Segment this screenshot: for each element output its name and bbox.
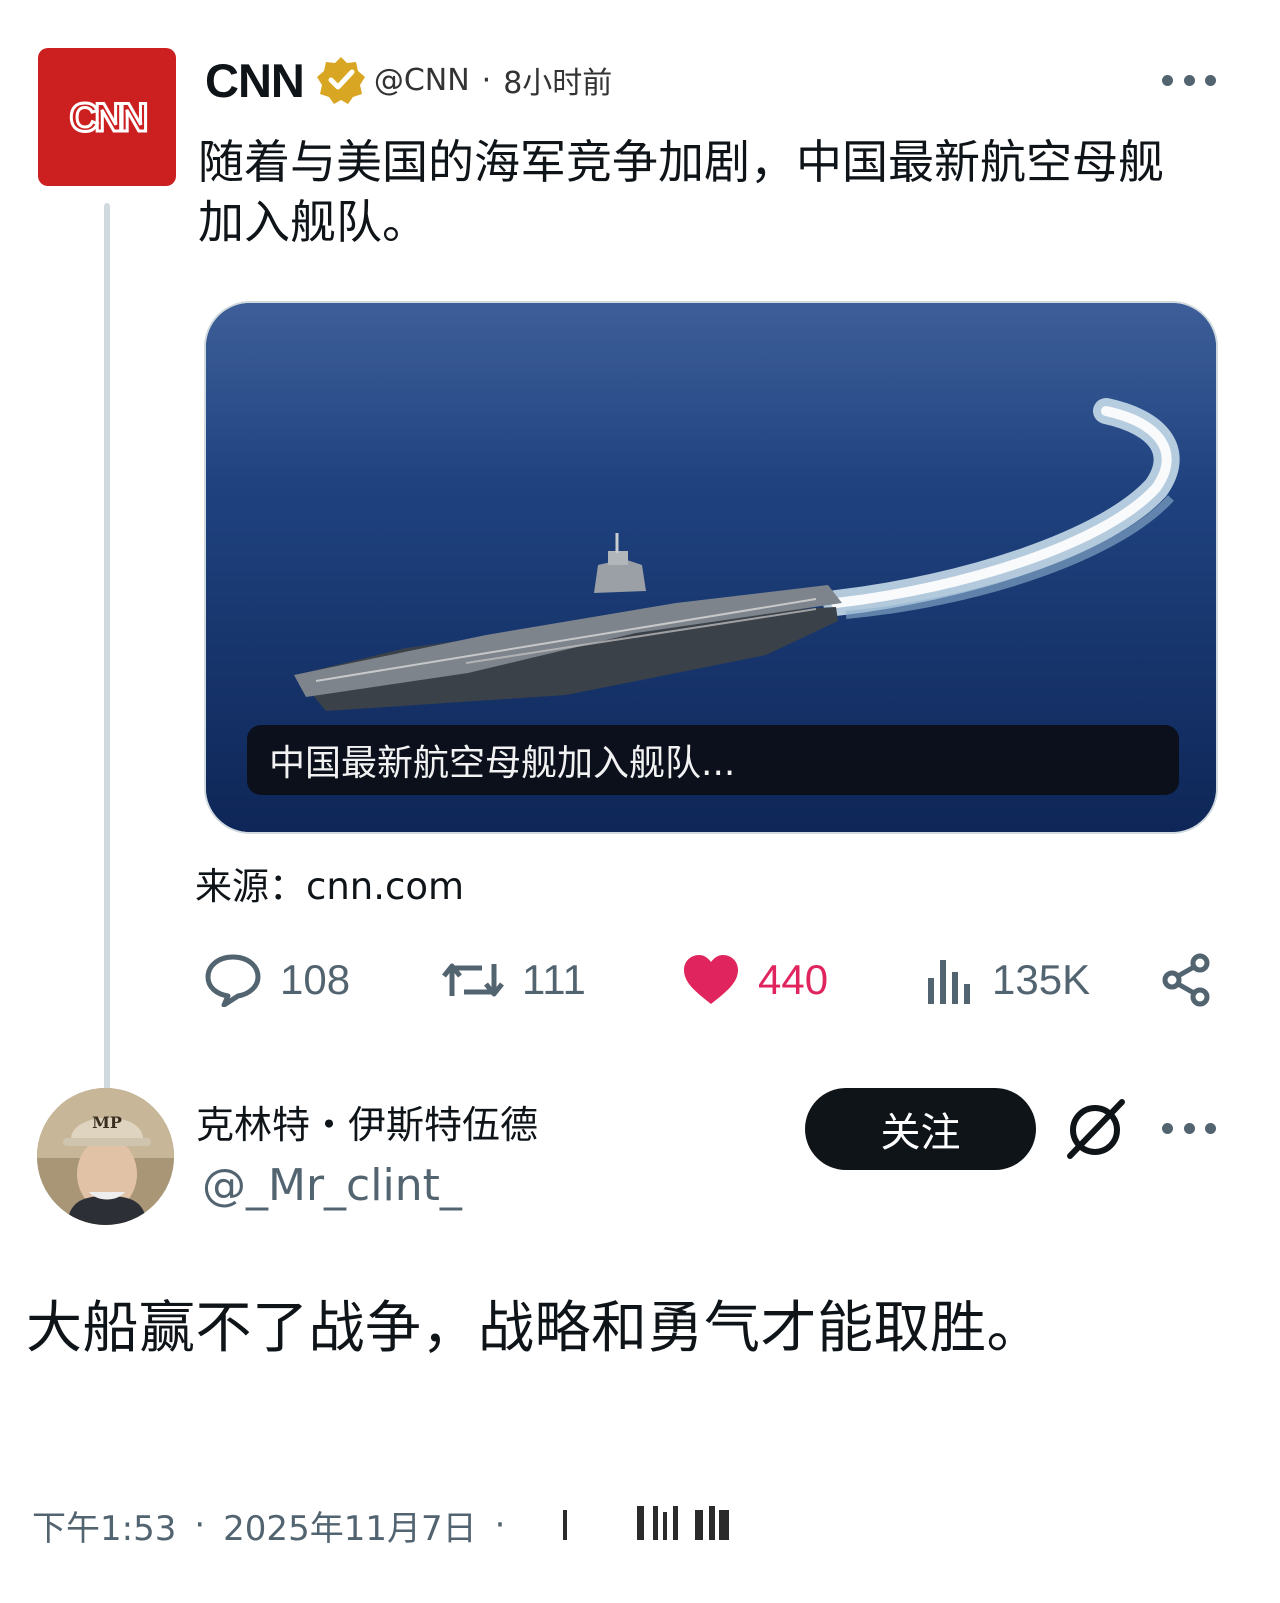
cnn-avatar[interactable]: CNN [38,48,176,186]
post-text: 随着与美国的海军竞争加剧，中国最新航空母舰加入舰队。 [198,135,1164,249]
media-card[interactable]: 中国最新航空母舰加入舰队... [204,301,1218,834]
avatar-photo: MP [37,1088,174,1225]
reply-author-handle[interactable]: @_Mr_clint_ [202,1160,462,1211]
media-caption: 中国最新航空母舰加入舰队... [247,725,1179,795]
separator-dot: · [481,62,492,98]
post-header: CNN @CNN · 8小时前 [205,50,612,110]
post-time-of-day[interactable]: 下午1:53 [32,1501,176,1550]
follow-button[interactable]: 关注 [805,1088,1036,1170]
cnn-logo: CNN [68,95,152,142]
reply-text: 大船赢不了战争，战略和勇气才能取胜。 [26,1296,1043,1361]
like-count: 440 [758,956,829,1003]
views-count: 135K [992,956,1091,1003]
source-link[interactable]: 来源：cnn.com [195,856,464,910]
separator-dot: · [194,1505,206,1545]
svg-text:MP: MP [92,1113,122,1132]
avatar[interactable]: MP [37,1088,174,1225]
reply-author-name[interactable]: 克林特・伊斯特伍德 [196,1094,538,1149]
views-button[interactable]: 135K [924,947,1090,1013]
repost-count: 111 [522,956,586,1003]
thread-line [104,203,110,1101]
author-name[interactable]: CNN [205,53,305,108]
post-metadata: 下午1:53 · 2025年11月7日 · [32,1501,523,1550]
verified-badge-icon [316,57,365,104]
share-button[interactable] [1160,947,1214,1013]
repost-button[interactable]: 111 [442,947,586,1013]
grok-icon[interactable] [1062,1096,1128,1162]
separator-dot: · [494,1505,506,1545]
more-options-icon[interactable] [1162,62,1216,98]
share-icon [1162,953,1210,1007]
action-bar: 108 111 440 135K [204,947,1216,1013]
analytics-icon [928,960,970,1004]
reply-more-options-icon[interactable] [1162,1110,1216,1146]
reply-count: 108 [280,956,351,1003]
svg-text:CNN: CNN [70,96,147,140]
like-button[interactable]: 440 [682,947,828,1013]
comment-icon [205,954,261,1007]
reply-button[interactable]: 108 [204,947,350,1013]
post-time[interactable]: 8小时前 [503,58,612,102]
redacted-views-area [563,1506,729,1540]
heart-icon [684,955,738,1004]
post-date[interactable]: 2025年11月7日 [223,1501,476,1550]
repost-icon [442,963,504,997]
author-handle[interactable]: @CNN [374,63,470,98]
